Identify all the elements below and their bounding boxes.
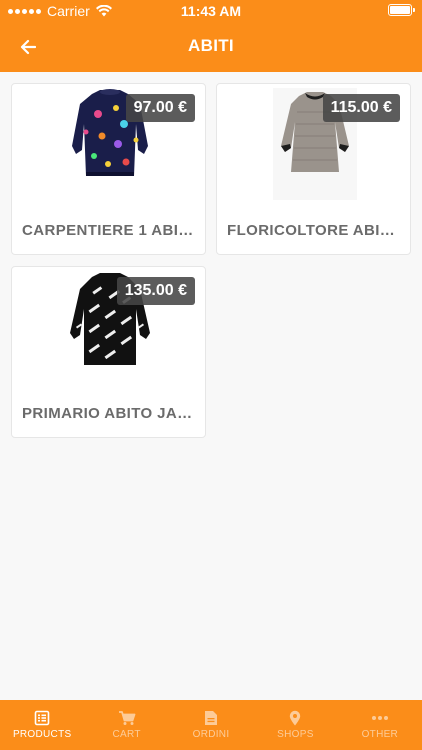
location-pin-icon: [290, 710, 301, 726]
status-time: 11:43 AM: [180, 3, 242, 19]
nav-header: ABITI: [0, 22, 422, 72]
tab-shops[interactable]: SHOPS: [253, 700, 337, 750]
product-name: CARPENTIERE 1 ABIT...: [22, 222, 195, 239]
tab-ordini[interactable]: ORDINI: [169, 700, 253, 750]
cart-icon: [118, 711, 136, 725]
tab-label: OTHER: [361, 729, 399, 740]
price-badge: 115.00 €: [322, 94, 400, 122]
product-name: FLORICOLTORE ABIT...: [227, 222, 400, 239]
list-icon: [34, 710, 50, 726]
page-title: ABITI: [188, 36, 234, 55]
battery-icon: [388, 4, 415, 16]
app-header-background: Carrier 11:43 AM ABITI: [0, 0, 422, 72]
product-card[interactable]: 135.00 € PRIMARIO ABITO JAC...: [11, 266, 206, 438]
status-bar: Carrier 11:43 AM: [0, 0, 422, 22]
tab-label: ORDINI: [192, 729, 230, 740]
product-name: PRIMARIO ABITO JAC...: [22, 405, 195, 422]
tab-label: CART: [112, 729, 141, 740]
tab-bar: PRODUCTS CART ORDINI SHOPS OTHER: [0, 700, 422, 750]
product-card[interactable]: 115.00 € FLORICOLTORE ABIT...: [216, 83, 411, 255]
price-badge: 135.00 €: [116, 277, 195, 305]
tab-label: PRODUCTS: [12, 729, 72, 740]
product-card[interactable]: 97.00 € CARPENTIERE 1 ABIT...: [11, 83, 206, 255]
more-dots-icon: [371, 716, 388, 720]
tab-other[interactable]: OTHER: [338, 700, 422, 750]
tab-label: SHOPS: [277, 729, 314, 740]
document-icon: [205, 711, 218, 725]
price-badge: 97.00 €: [125, 94, 195, 122]
tab-cart[interactable]: CART: [84, 700, 168, 750]
tab-products[interactable]: PRODUCTS: [0, 700, 84, 750]
